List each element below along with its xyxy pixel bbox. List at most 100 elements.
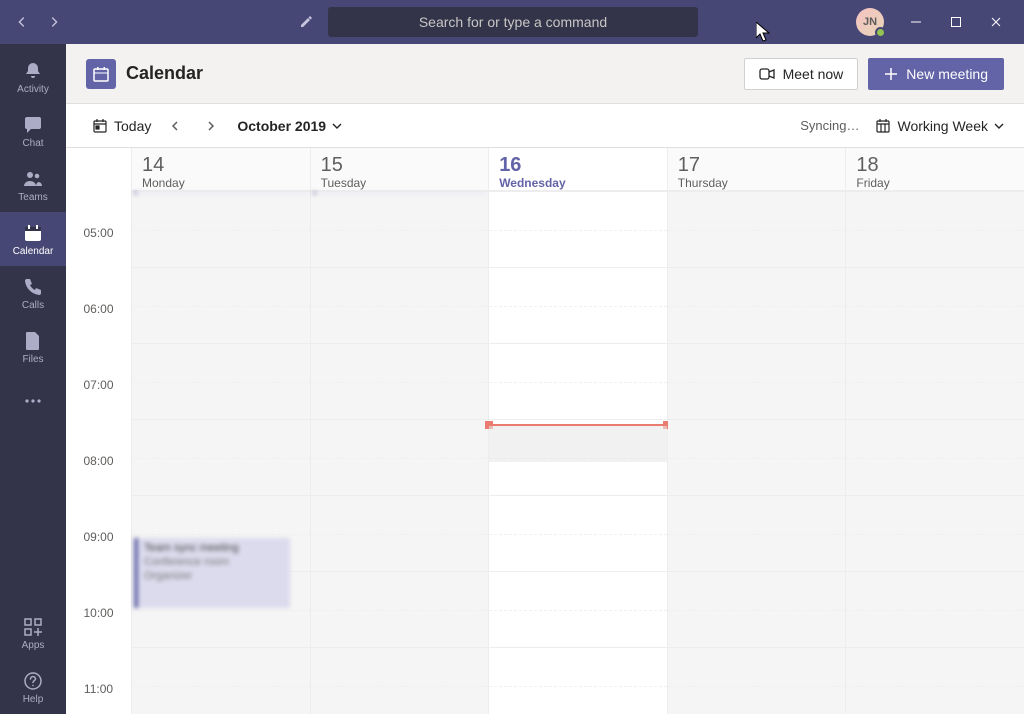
calendar-icon — [22, 222, 44, 244]
apps-icon — [22, 616, 44, 638]
calendar-grid: 05:00 06:00 07:00 08:00 09:00 10:00 11:0… — [66, 148, 1024, 714]
sync-status: Syncing… — [800, 118, 859, 133]
day-slots[interactable] — [489, 192, 667, 714]
time-label: 08:00 — [66, 454, 131, 530]
day-number: 14 — [142, 154, 300, 176]
event-location: Conference room — [144, 556, 284, 568]
day-column-thursday[interactable]: 17 Thursday — [668, 148, 847, 714]
event-title: Team sync meeting — [144, 542, 284, 554]
time-label: 11:00 — [66, 682, 131, 714]
day-weekday: Tuesday — [321, 176, 479, 190]
time-label: 10:00 — [66, 606, 131, 682]
current-slot-highlight — [489, 426, 667, 462]
search-input[interactable]: Search for or type a command — [328, 7, 698, 37]
day-weekday: Monday — [142, 176, 300, 190]
more-icon — [22, 390, 44, 412]
window-maximize-button[interactable] — [936, 0, 976, 44]
search-placeholder: Search for or type a command — [419, 14, 607, 30]
app-rail: Activity Chat Teams Calendar Calls Files — [0, 44, 66, 714]
file-icon — [22, 330, 44, 352]
day-slots[interactable] — [668, 192, 846, 714]
rail-files[interactable]: Files — [0, 320, 66, 374]
day-weekday: Thursday — [678, 176, 836, 190]
bell-icon — [22, 60, 44, 82]
time-label: 07:00 — [66, 378, 131, 454]
time-label: 06:00 — [66, 302, 131, 378]
rail-more[interactable] — [0, 374, 66, 428]
calendar-view-icon — [875, 118, 891, 134]
people-icon — [22, 168, 44, 190]
today-button[interactable]: Today — [86, 114, 157, 138]
back-button[interactable] — [8, 8, 36, 36]
phone-icon — [22, 276, 44, 298]
rail-label: Calls — [22, 300, 44, 311]
rail-label: Apps — [22, 640, 45, 651]
meet-now-button[interactable]: Meet now — [744, 58, 859, 90]
view-label: Working Week — [897, 118, 988, 134]
event-organizer: Organizer — [144, 570, 284, 582]
window-close-button[interactable] — [976, 0, 1016, 44]
day-column-friday[interactable]: 18 Friday — [846, 148, 1024, 714]
day-number: 15 — [321, 154, 479, 176]
meet-now-label: Meet now — [783, 66, 844, 82]
time-gutter: 05:00 06:00 07:00 08:00 09:00 10:00 11:0… — [66, 148, 132, 714]
cursor-icon — [756, 22, 772, 42]
day-header: 18 Friday — [846, 148, 1024, 191]
day-header: 14 Monday — [132, 148, 310, 191]
chevron-down-icon — [332, 122, 342, 130]
day-weekday: Friday — [856, 176, 1014, 190]
plus-icon — [884, 67, 898, 81]
new-meeting-label: New meeting — [906, 66, 988, 82]
compose-icon[interactable] — [292, 8, 320, 36]
rail-apps[interactable]: Apps — [0, 606, 66, 660]
month-text: October 2019 — [237, 118, 326, 134]
page-title: Calendar — [126, 63, 203, 84]
day-header: 16 Wednesday — [489, 148, 667, 191]
rail-calls[interactable]: Calls — [0, 266, 66, 320]
rail-activity[interactable]: Activity — [0, 50, 66, 104]
window-minimize-button[interactable] — [896, 0, 936, 44]
day-slots[interactable]: Team sync meeting Conference room Organi… — [132, 192, 310, 714]
rail-label: Activity — [17, 84, 49, 95]
rail-teams[interactable]: Teams — [0, 158, 66, 212]
time-label: 09:00 — [66, 530, 131, 606]
calendar-today-icon — [92, 118, 108, 134]
rail-help[interactable]: Help — [0, 660, 66, 714]
view-picker[interactable]: Working Week — [875, 118, 1004, 134]
day-number: 16 — [499, 154, 657, 176]
chat-icon — [22, 114, 44, 136]
calendar-event[interactable]: Team sync meeting Conference room Organi… — [134, 538, 290, 608]
days-container: 14 Monday Lorem ipsum dolor sit Team syn… — [132, 148, 1024, 714]
presence-badge — [875, 27, 886, 38]
new-meeting-button[interactable]: New meeting — [868, 58, 1004, 90]
day-column-wednesday[interactable]: 16 Wednesday — [489, 148, 668, 714]
day-slots[interactable] — [311, 192, 489, 714]
titlebar: Search for or type a command JN — [0, 0, 1024, 44]
rail-label: Chat — [22, 138, 43, 149]
day-column-monday[interactable]: 14 Monday Lorem ipsum dolor sit Team syn… — [132, 148, 311, 714]
video-icon — [759, 68, 775, 80]
calendar-header-icon — [86, 59, 116, 89]
day-number: 18 — [856, 154, 1014, 176]
today-label: Today — [114, 118, 151, 134]
day-slots[interactable] — [846, 192, 1024, 714]
day-header: 15 Tuesday — [311, 148, 489, 191]
day-header: 17 Thursday — [668, 148, 846, 191]
day-column-tuesday[interactable]: 15 Tuesday Nulla sit amet placerat — [311, 148, 490, 714]
day-weekday: Wednesday — [499, 176, 657, 190]
calendar-header: Calendar Meet now New meeting — [66, 44, 1024, 104]
month-picker[interactable]: October 2019 — [237, 118, 342, 134]
day-number: 17 — [678, 154, 836, 176]
rail-label: Files — [22, 354, 43, 365]
avatar[interactable]: JN — [856, 8, 884, 36]
calendar-content: Calendar Meet now New meeting Today — [66, 44, 1024, 714]
rail-calendar[interactable]: Calendar — [0, 212, 66, 266]
rail-label: Help — [23, 694, 44, 705]
rail-chat[interactable]: Chat — [0, 104, 66, 158]
help-icon — [22, 670, 44, 692]
forward-button[interactable] — [40, 8, 68, 36]
next-period-button[interactable] — [197, 112, 225, 140]
rail-label: Teams — [18, 192, 47, 203]
prev-period-button[interactable] — [161, 112, 189, 140]
time-label: 05:00 — [66, 226, 131, 302]
